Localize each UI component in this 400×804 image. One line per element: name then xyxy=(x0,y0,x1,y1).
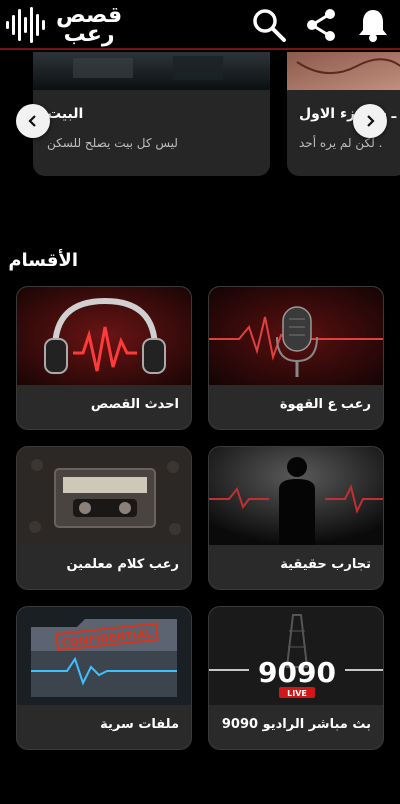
carousel-slide[interactable]: البيت ليس كل بيت يصلح للسكن xyxy=(33,52,270,176)
chevron-right-icon xyxy=(367,115,375,127)
share-icon xyxy=(307,9,335,41)
chevron-left-icon xyxy=(28,115,36,127)
silhouette-image xyxy=(209,447,383,545)
slide-image xyxy=(33,52,270,90)
radio-live-badge: LIVE xyxy=(287,689,307,698)
app-logo: قصص رعب xyxy=(4,2,122,48)
slide-subtitle: . لكن لم يره أحد xyxy=(299,136,383,150)
slide-subtitle: ليس كل بيت يصلح للسكن xyxy=(47,136,178,150)
category-label: رعب كلام معلمين xyxy=(66,557,179,572)
share-button[interactable] xyxy=(302,6,340,44)
app-header: قصص رعب xyxy=(0,0,400,50)
sound-wave-icon xyxy=(6,7,45,43)
confidential-folder-image: CONFIDENTIAL xyxy=(17,607,191,705)
category-label: بث مباشر الراديو 9090 xyxy=(221,717,371,732)
slide-image xyxy=(287,52,400,90)
category-label: رعب ع القهوة xyxy=(279,397,371,412)
slide-title: البيت xyxy=(47,106,84,122)
radio-9090-image: 9090 LIVE xyxy=(209,607,383,705)
carousel-next-button[interactable] xyxy=(353,104,387,138)
logo-text: قصص رعب xyxy=(56,5,122,47)
notifications-button[interactable] xyxy=(354,6,392,44)
category-card[interactable]: 9090 LIVE بث مباشر الراديو 9090 xyxy=(208,606,384,750)
categories-title: الأقسام xyxy=(8,250,78,271)
category-card[interactable]: تجارب حقيقية xyxy=(208,446,384,590)
category-label: احدث القصص xyxy=(90,397,179,412)
cassette-image xyxy=(17,447,191,545)
radio-logo-text: 9090 xyxy=(258,656,336,689)
logo-line-2: رعب xyxy=(63,22,115,47)
bell-icon xyxy=(359,10,387,42)
search-icon xyxy=(253,9,286,42)
category-card[interactable]: CONFIDENTIAL ملفات سرية xyxy=(16,606,192,750)
header-actions xyxy=(250,6,392,44)
featured-carousel: البيت ليس كل بيت يصلح للسكن ـ - الجزء ال… xyxy=(0,52,400,182)
search-button[interactable] xyxy=(250,6,288,44)
carousel-prev-button[interactable] xyxy=(16,104,50,138)
category-card[interactable]: احدث القصص xyxy=(16,286,192,430)
category-label: تجارب حقيقية xyxy=(280,557,371,572)
headphones-image xyxy=(17,287,191,385)
category-card[interactable]: رعب كلام معلمين xyxy=(16,446,192,590)
category-card[interactable]: رعب ع القهوة xyxy=(208,286,384,430)
microphone-image xyxy=(209,287,383,385)
category-label: ملفات سرية xyxy=(100,717,179,732)
